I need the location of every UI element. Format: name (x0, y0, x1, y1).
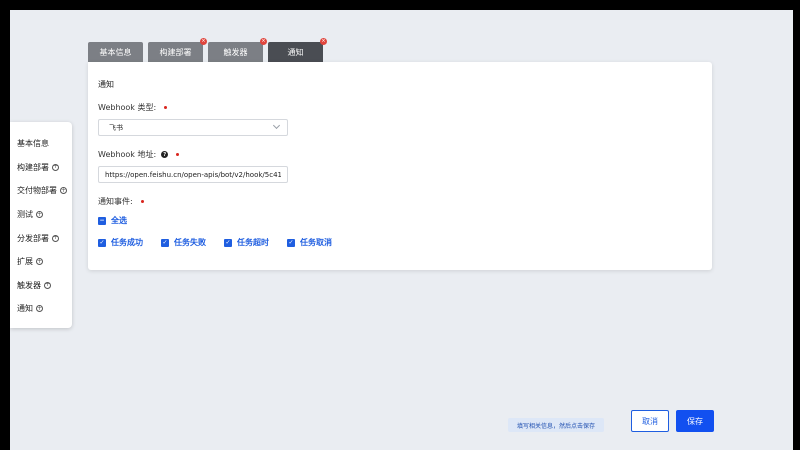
select-all-label: 全选 (111, 216, 127, 225)
checkmark-icon: ✓ (287, 238, 295, 247)
tab-build-deploy[interactable]: 构建部署 × (148, 38, 207, 62)
notification-panel: 通知 Webhook 类型: 飞书 Webhook 地址: ? 通知事件: (88, 62, 712, 270)
sidebar-item-label: 测试 (17, 210, 33, 220)
sidebar-item-artifact-deploy[interactable]: 交付物部署 + (10, 179, 72, 203)
required-dot-icon (176, 153, 180, 156)
webhook-type-label: Webhook 类型: (98, 102, 168, 113)
sidebar-item-label: 触发器 (17, 280, 41, 290)
indeterminate-checkbox-icon: − (98, 216, 106, 225)
checkmark-icon: ✓ (161, 238, 169, 247)
sidebar-item-extension[interactable]: 扩展 + (10, 250, 72, 274)
webhook-url-label: Webhook 地址: ? (98, 149, 180, 160)
add-circle-icon[interactable]: + (36, 305, 43, 313)
sidebar-item-label: 分发部署 (17, 233, 49, 243)
sidebar-item-label: 通知 (17, 304, 33, 314)
add-circle-icon[interactable]: + (60, 187, 67, 195)
help-icon[interactable]: ? (161, 151, 169, 158)
event-success-checkbox[interactable]: ✓ 任务成功 (98, 237, 143, 248)
tab-label: 通知 (287, 47, 304, 57)
error-badge-icon: × (320, 38, 327, 45)
event-cancel-checkbox[interactable]: ✓ 任务取消 (287, 237, 332, 248)
sidebar-item-label: 扩展 (17, 257, 33, 267)
sidebar-item-label: 交付物部署 (17, 186, 57, 196)
events-checkbox-group: ✓ 任务成功 ✓ 任务失败 ✓ 任务超时 ✓ 任务取消 (98, 237, 350, 248)
error-badge-icon: × (260, 38, 267, 45)
webhook-type-select[interactable]: 飞书 (98, 119, 288, 136)
sidebar-item-notification[interactable]: 通知 + (10, 297, 72, 321)
add-circle-icon[interactable]: + (52, 163, 59, 171)
save-hint: 填写相关信息，然后点击保存 (508, 418, 604, 432)
sidebar-item-build-deploy[interactable]: 构建部署 + (10, 156, 72, 180)
add-circle-icon[interactable]: + (36, 211, 43, 219)
tab-label: 基本信息 (99, 47, 132, 57)
tab-basic-info[interactable]: 基本信息 (88, 42, 143, 62)
checkmark-icon: ✓ (98, 238, 106, 247)
webhook-type-label-text: Webhook 类型: (98, 103, 157, 112)
panel-title: 通知 (98, 80, 114, 89)
side-navigation: 基本信息 构建部署 + 交付物部署 + 测试 + 分发部署 + 扩展 + 触发器 + 通知 + (10, 122, 72, 328)
save-button[interactable]: 保存 (676, 410, 714, 432)
required-dot-icon (164, 106, 168, 109)
webhook-url-label-text: Webhook 地址: (98, 150, 157, 159)
add-circle-icon[interactable]: + (36, 258, 43, 266)
cancel-button[interactable]: 取消 (631, 410, 669, 432)
error-badge-icon: × (200, 38, 207, 45)
sidebar-item-label: 构建部署 (17, 162, 49, 172)
checkmark-icon: ✓ (224, 238, 232, 247)
event-timeout-checkbox[interactable]: ✓ 任务超时 (224, 237, 269, 248)
events-label: 通知事件: (98, 196, 144, 207)
tab-trigger[interactable]: 触发器 × (208, 38, 267, 62)
select-all-checkbox[interactable]: − 全选 (98, 215, 127, 226)
select-all-row: − 全选 (98, 215, 145, 226)
add-circle-icon[interactable]: + (44, 281, 51, 289)
sidebar-item-trigger[interactable]: 触发器 + (10, 274, 72, 298)
events-label-text: 通知事件: (98, 197, 133, 206)
sidebar-item-distribution-deploy[interactable]: 分发部署 + (10, 226, 72, 250)
event-label: 任务取消 (300, 238, 332, 247)
tab-bar: 基本信息 构建部署 × 触发器 × 通知 × (88, 38, 327, 62)
tab-label: 构建部署 (159, 47, 192, 57)
tab-notification[interactable]: 通知 × (268, 38, 327, 62)
event-failure-checkbox[interactable]: ✓ 任务失败 (161, 237, 206, 248)
chevron-down-icon (272, 121, 281, 130)
sidebar-item-label: 基本信息 (17, 139, 49, 149)
sidebar-item-basic-info[interactable]: 基本信息 (10, 132, 72, 156)
webhook-url-input[interactable] (98, 166, 288, 183)
event-label: 任务超时 (237, 238, 269, 247)
webhook-type-value: 飞书 (109, 123, 123, 132)
app-window: 基本信息 构建部署 + 交付物部署 + 测试 + 分发部署 + 扩展 + 触发器 + 通知 +… (0, 0, 800, 450)
add-circle-icon[interactable]: + (52, 234, 59, 242)
event-label: 任务失败 (174, 238, 206, 247)
sidebar-item-test[interactable]: 测试 + (10, 203, 72, 227)
event-label: 任务成功 (111, 238, 143, 247)
tab-label: 触发器 (223, 47, 248, 57)
required-dot-icon (140, 200, 144, 203)
